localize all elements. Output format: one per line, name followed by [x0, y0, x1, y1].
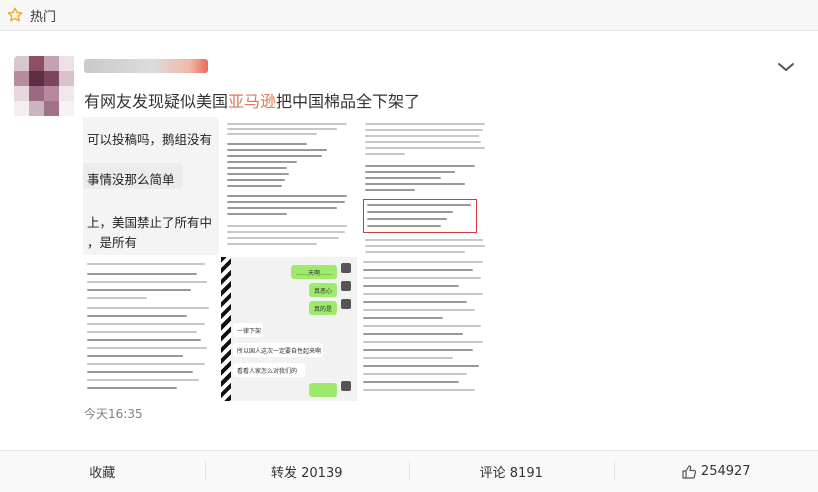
- post-text-highlight[interactable]: 亚马逊: [228, 92, 276, 111]
- comment-button[interactable]: 评论 8191: [409, 451, 614, 492]
- chat-msg-1: 一律下架: [233, 323, 263, 337]
- image1-line2: 事情没那么简单: [87, 172, 175, 187]
- star-icon: [6, 6, 24, 24]
- chat-bubble-4: [309, 383, 337, 397]
- repost-label: 转发 20139: [271, 466, 343, 481]
- chat-msg-2: 所以国人这次一定要自性起来啊: [233, 343, 323, 357]
- hot-label: 热门: [30, 9, 57, 25]
- thumbs-up-icon: [682, 464, 697, 479]
- chat-bubble-2: 真恶心: [309, 283, 337, 297]
- image-tile-3[interactable]: [359, 117, 495, 255]
- image-tile-1[interactable]: 可以投稿吗，鹅组没有 事情没那么简单 上，美国禁止了所有中 ，是所有: [83, 117, 219, 255]
- post-timestamp[interactable]: 今天16:35: [84, 405, 143, 422]
- chat-avatar-1: [341, 263, 351, 273]
- chat-msg-3: 看看人家怎么对我们的: [233, 363, 305, 377]
- action-bar: 收藏 转发 20139 评论 8191 254927: [0, 450, 818, 492]
- image-tile-2[interactable]: [221, 117, 357, 255]
- image-tile-4[interactable]: [83, 257, 219, 401]
- image1-line1: 可以投稿吗，鹅组没有: [87, 132, 213, 147]
- chat-avatar-4: [341, 381, 351, 391]
- like-count: 254927: [700, 464, 751, 479]
- chat-bubble-1: ……天啊……: [291, 265, 337, 279]
- image-tile-5-chat[interactable]: ……天啊…… 真恶心 真的是 一律下架 所以国人这次一定要自性起来啊 看看人家怎…: [221, 257, 357, 401]
- favorite-button[interactable]: 收藏: [0, 451, 205, 492]
- like-button[interactable]: 254927: [613, 451, 818, 492]
- post-text-after: 把中国棉品全下架了: [276, 92, 421, 111]
- image1-line3: 上，美国禁止了所有中: [87, 215, 213, 230]
- image-tile-6[interactable]: [359, 257, 495, 401]
- favorite-label: 收藏: [89, 466, 116, 481]
- chat-bubble-3: 真的是: [309, 301, 337, 315]
- chevron-down-icon[interactable]: [776, 60, 796, 74]
- image-grid: 可以投稿吗，鹅组没有 事情没那么简单 上，美国禁止了所有中 ，是所有 ……天啊……: [83, 117, 737, 401]
- image1-line4: ，是所有: [87, 235, 138, 250]
- comment-label: 评论 8191: [479, 466, 543, 481]
- post-text-before: 有网友发现疑似美国: [84, 92, 229, 111]
- chat-pattern: [221, 257, 231, 401]
- chat-avatar-2: [341, 281, 351, 291]
- repost-button[interactable]: 转发 20139: [204, 451, 410, 492]
- post-text: 有网友发现疑似美国亚马逊把中国棉品全下架了: [84, 88, 420, 112]
- avatar[interactable]: [14, 56, 76, 118]
- username-blurred[interactable]: [84, 59, 208, 73]
- chat-avatar-3: [341, 299, 351, 309]
- hot-header: 热门: [0, 0, 818, 31]
